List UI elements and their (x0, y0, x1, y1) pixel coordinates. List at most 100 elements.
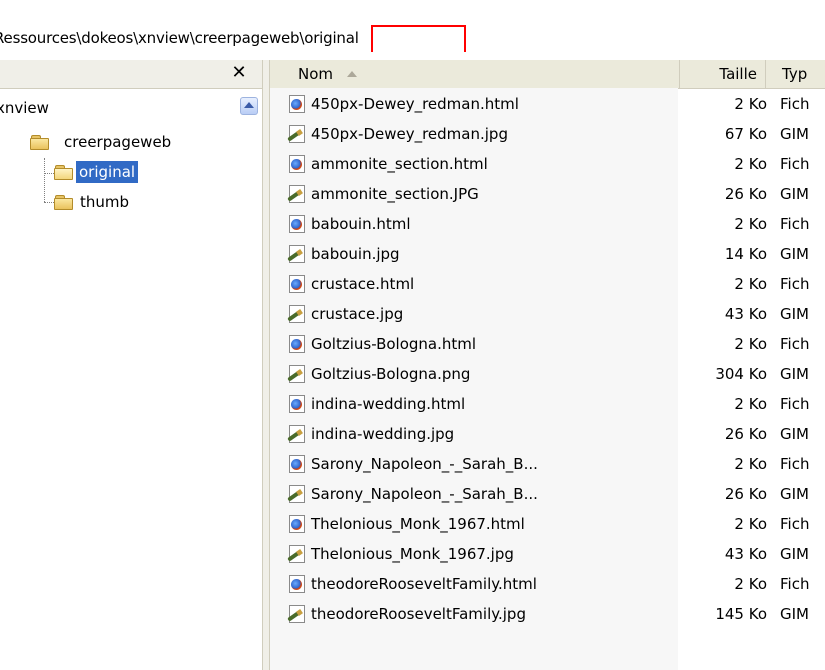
html-file-icon (287, 275, 307, 294)
close-icon[interactable]: ✕ (229, 63, 249, 83)
image-file-icon (287, 305, 307, 324)
file-type: Fich (780, 95, 810, 113)
file-size: 26 Ko (724, 485, 767, 503)
file-name: ammonite_section.html (311, 155, 488, 173)
image-file-icon (287, 245, 307, 264)
file-type: GIM (780, 485, 809, 503)
file-size: 2 Ko (734, 455, 767, 473)
file-size: 2 Ko (734, 215, 767, 233)
file-row[interactable]: Thelonious_Monk_1967.jpg 43 Ko GIM (270, 542, 825, 566)
html-file-icon (287, 215, 307, 234)
column-header-size[interactable]: Taille (679, 60, 765, 88)
file-type: Fich (780, 455, 810, 473)
html-file-icon (287, 515, 307, 534)
image-file-icon (287, 425, 307, 444)
tree-connector (44, 202, 54, 203)
file-row[interactable]: crustace.html 2 Ko Fich (270, 272, 825, 296)
image-file-icon (287, 365, 307, 384)
file-type: Fich (780, 215, 810, 233)
file-type: GIM (780, 605, 809, 623)
file-type: GIM (780, 545, 809, 563)
file-name: Goltzius-Bologna.html (311, 335, 477, 353)
file-type: Fich (780, 515, 810, 533)
file-row[interactable]: ammonite_section.html 2 Ko Fich (270, 152, 825, 176)
file-row[interactable]: ammonite_section.JPG 26 Ko GIM (270, 182, 825, 206)
open-folder-icon (54, 165, 74, 180)
file-row[interactable]: 450px-Dewey_redman.html 2 Ko Fich (270, 92, 825, 116)
file-type: GIM (780, 365, 809, 383)
file-type: Fich (780, 275, 810, 293)
tree-connector (44, 158, 45, 202)
html-file-icon (287, 395, 307, 414)
file-type: Fich (780, 395, 810, 413)
file-type: GIM (780, 425, 809, 443)
tree-item-label: original (76, 161, 139, 183)
file-size: 145 Ko (715, 605, 767, 623)
file-row[interactable]: babouin.jpg 14 Ko GIM (270, 242, 825, 266)
html-file-icon (287, 335, 307, 354)
file-name: 450px-Dewey_redman.html (311, 95, 519, 113)
file-type: Fich (780, 155, 810, 173)
file-name: theodoreRooseveltFamily.jpg (311, 605, 526, 623)
sort-ascending-icon (347, 71, 357, 77)
file-type: GIM (780, 305, 809, 323)
image-file-icon (287, 605, 307, 624)
file-row[interactable]: Goltzius-Bologna.png 304 Ko GIM (270, 362, 825, 386)
file-row[interactable]: babouin.html 2 Ko Fich (270, 212, 825, 236)
tree-item-label: thumb (80, 193, 130, 211)
file-type: GIM (780, 125, 809, 143)
file-row[interactable]: crustace.jpg 43 Ko GIM (270, 302, 825, 326)
file-row[interactable]: Sarony_Napoleon_-_Sarah_B... 26 Ko GIM (270, 482, 825, 506)
file-row[interactable]: indina-wedding.html 2 Ko Fich (270, 392, 825, 416)
file-size: 2 Ko (734, 335, 767, 353)
file-list: Nom Taille Typ 450px-Dewey_redman.html 2 … (270, 60, 825, 670)
file-name: 450px-Dewey_redman.jpg (311, 125, 508, 143)
file-size: 67 Ko (724, 125, 767, 143)
file-row[interactable]: theodoreRooseveltFamily.html 2 Ko Fich (270, 572, 825, 596)
image-file-icon (287, 185, 307, 204)
file-name: babouin.html (311, 215, 411, 233)
html-file-icon (287, 155, 307, 174)
html-file-icon (287, 575, 307, 594)
file-row[interactable]: 450px-Dewey_redman.jpg 67 Ko GIM (270, 122, 825, 146)
tree-item-label: xnview (0, 99, 49, 117)
file-size: 43 Ko (724, 545, 767, 563)
file-name: Goltzius-Bologna.png (311, 365, 471, 383)
folder-icon (30, 135, 50, 150)
file-name: indina-wedding.jpg (311, 425, 455, 443)
file-size: 2 Ko (734, 395, 767, 413)
file-size: 26 Ko (724, 185, 767, 203)
image-file-icon (287, 125, 307, 144)
file-row[interactable]: Sarony_Napoleon_-_Sarah_B... 2 Ko Fich (270, 452, 825, 476)
file-name: crustace.html (311, 275, 415, 293)
column-header-type[interactable]: Typ (765, 60, 825, 88)
file-type: GIM (780, 185, 809, 203)
address-path[interactable]: Ressources\dokeos\xnview\creerpageweb\or… (0, 29, 359, 47)
file-name: Sarony_Napoleon_-_Sarah_B... (311, 455, 538, 473)
file-size: 43 Ko (724, 305, 767, 323)
file-name: ammonite_section.JPG (311, 185, 479, 203)
file-type: Fich (780, 335, 810, 353)
html-file-icon (287, 455, 307, 474)
pane-splitter[interactable] (262, 60, 270, 670)
file-type: GIM (780, 245, 809, 263)
folders-pane: ✕ xnview creerpageweb original thumb (0, 60, 262, 670)
file-row[interactable]: indina-wedding.jpg 26 Ko GIM (270, 422, 825, 446)
folders-pane-header: ✕ (0, 60, 262, 89)
scroll-up-button[interactable] (240, 97, 258, 115)
file-name: theodoreRooseveltFamily.html (311, 575, 537, 593)
file-size: 2 Ko (734, 575, 767, 593)
tree-item-xnview[interactable]: xnview (0, 97, 49, 119)
address-bar[interactable]: Ressources\dokeos\xnview\creerpageweb\or… (0, 24, 825, 52)
html-file-icon (287, 95, 307, 114)
file-size: 2 Ko (734, 95, 767, 113)
file-row[interactable]: Thelonious_Monk_1967.html 2 Ko Fich (270, 512, 825, 536)
file-size: 304 Ko (715, 365, 767, 383)
file-size: 2 Ko (734, 515, 767, 533)
file-row[interactable]: Goltzius-Bologna.html 2 Ko Fich (270, 332, 825, 356)
highlight-box (371, 25, 466, 52)
image-file-icon (287, 545, 307, 564)
file-name: babouin.jpg (311, 245, 400, 263)
file-row[interactable]: theodoreRooseveltFamily.jpg 145 Ko GIM (270, 602, 825, 626)
file-type: Fich (780, 575, 810, 593)
